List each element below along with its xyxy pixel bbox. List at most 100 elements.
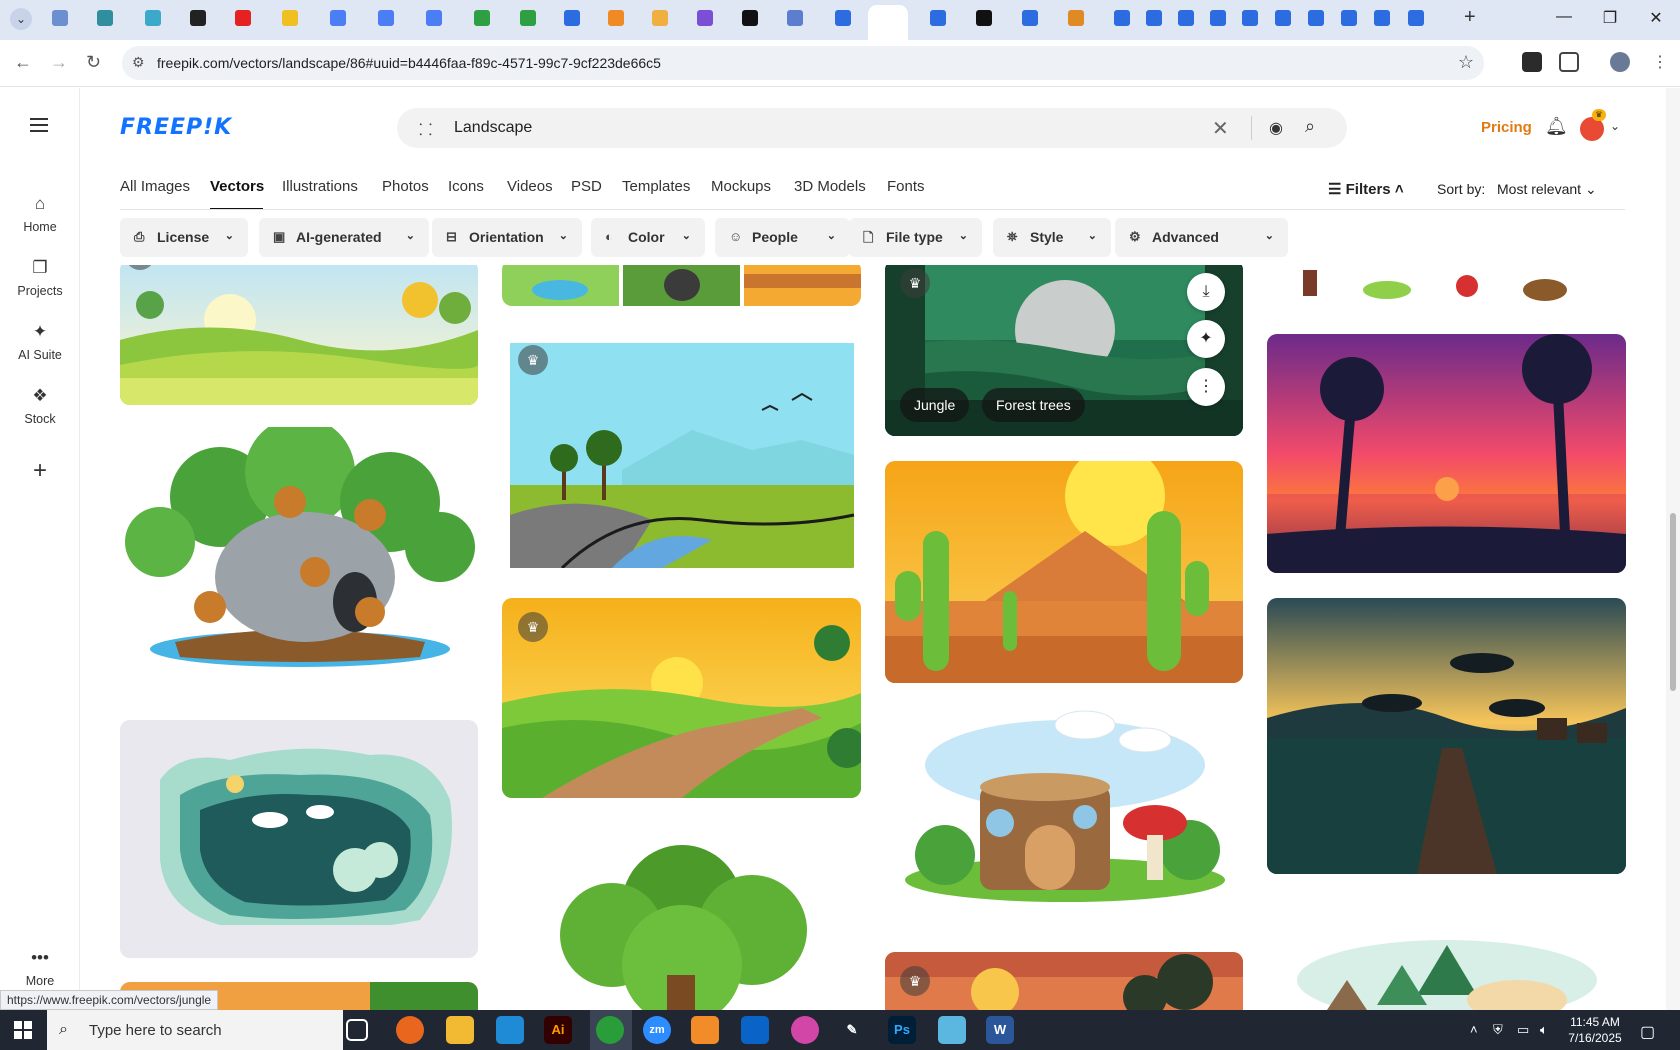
- tab-favicon-icon[interactable]: [930, 10, 946, 26]
- search-input[interactable]: Landscape: [454, 119, 532, 137]
- image-card-road-mountain[interactable]: [502, 340, 861, 568]
- firefox-icon[interactable]: [396, 1016, 424, 1044]
- tab-favicon-icon[interactable]: [145, 10, 161, 26]
- download-icon[interactable]: ⤓: [1187, 273, 1225, 311]
- chrome-icon[interactable]: [596, 1016, 624, 1044]
- image-card-sunset-road[interactable]: [502, 598, 861, 798]
- site-info-icon[interactable]: ⚙: [132, 54, 145, 71]
- creative-cloud-icon[interactable]: [791, 1016, 819, 1044]
- image-card-bears-cave[interactable]: [120, 427, 478, 677]
- tab-favicon-icon[interactable]: [330, 10, 346, 26]
- tab-favicon-icon[interactable]: [474, 10, 490, 26]
- filter-chip-ai-generated[interactable]: ▣ AI-generated ⌄: [259, 218, 429, 257]
- filter-chip-orientation[interactable]: ⊟ Orientation ⌄: [432, 218, 582, 257]
- image-card-watercolor-forest[interactable]: [1267, 905, 1626, 1010]
- tab-favicon-icon[interactable]: [564, 10, 580, 26]
- ai-edit-sparkle-icon[interactable]: ✦: [1187, 320, 1225, 358]
- word-icon[interactable]: W: [986, 1016, 1014, 1044]
- tab-favicon-icon[interactable]: [520, 10, 536, 26]
- security-icon[interactable]: ⛨: [1493, 1022, 1503, 1038]
- image-card-tree[interactable]: [502, 825, 861, 1010]
- tab-favicon-icon[interactable]: [697, 10, 713, 26]
- taskbar-search-box[interactable]: ⌕ Type here to search: [47, 1010, 343, 1050]
- sort-dropdown[interactable]: Most relevant ⌄: [1497, 181, 1597, 198]
- category-tab-all-images[interactable]: All Images: [120, 178, 190, 195]
- search-bar[interactable]: ⸬ Landscape ✕ ◉ ⌕: [397, 108, 1347, 148]
- category-tab-icons[interactable]: Icons: [448, 178, 484, 195]
- app-blue-icon[interactable]: [938, 1016, 966, 1044]
- filter-chip-license[interactable]: ⎙ License ⌄: [120, 218, 248, 257]
- task-view-icon[interactable]: [346, 1019, 368, 1041]
- tag-forest-trees[interactable]: Forest trees: [982, 388, 1085, 422]
- tab-favicon-icon[interactable]: [742, 10, 758, 26]
- volume-icon[interactable]: 🔈︎: [1540, 1022, 1548, 1038]
- pricing-link[interactable]: Pricing: [1481, 119, 1532, 136]
- tab-favicon-icon[interactable]: [426, 10, 442, 26]
- camera-search-icon[interactable]: ◉: [1269, 118, 1283, 138]
- rail-item-stock[interactable]: ❖ Stock: [0, 386, 80, 426]
- omnibox[interactable]: ⚙ freepik.com/vectors/landscape/86#uuid=…: [122, 46, 1484, 80]
- rail-item-projects[interactable]: ❐ Projects: [0, 258, 80, 298]
- tab-favicon-icon[interactable]: [1275, 10, 1291, 26]
- image-card-desert-cactus[interactable]: [885, 461, 1243, 683]
- windows-start-icon[interactable]: [14, 1021, 32, 1039]
- tab-favicon-icon[interactable]: [1374, 10, 1390, 26]
- tab-favicon-icon[interactable]: [97, 10, 113, 26]
- category-tab-vectors[interactable]: Vectors: [210, 178, 264, 195]
- minimize-button[interactable]: —: [1552, 8, 1576, 26]
- tab-favicon-icon[interactable]: [1242, 10, 1258, 26]
- page-scrollbar[interactable]: [1666, 88, 1680, 1010]
- tab-favicon-icon[interactable]: [787, 10, 803, 26]
- outlook-icon[interactable]: [741, 1016, 769, 1044]
- filter-chip-color[interactable]: ◐ Color ⌄: [591, 218, 705, 257]
- image-card-paper-forest[interactable]: [120, 720, 478, 958]
- filter-chip-file-type[interactable]: 🗋︎ File type ⌄: [849, 218, 982, 257]
- zoom-icon[interactable]: zm: [643, 1016, 671, 1044]
- tab-favicon-icon[interactable]: [1068, 10, 1084, 26]
- tab-favicon-icon[interactable]: [1146, 10, 1162, 26]
- filter-chip-people[interactable]: ☺ People ⌄: [715, 218, 850, 257]
- more-options-icon[interactable]: ⋮: [1187, 368, 1225, 406]
- pen-tool-icon[interactable]: ✎: [838, 1016, 866, 1044]
- category-tab-videos[interactable]: Videos: [507, 178, 553, 195]
- rail-item-ai-suite[interactable]: ✦ AI Suite: [0, 322, 80, 362]
- bookmark-star-icon[interactable]: ☆: [1458, 52, 1474, 73]
- filter-chip-style[interactable]: ⛯ Style ⌄: [993, 218, 1111, 257]
- file-explorer-icon[interactable]: [446, 1016, 474, 1044]
- tab-favicon-icon[interactable]: [1022, 10, 1038, 26]
- tab-favicon-icon[interactable]: [52, 10, 68, 26]
- category-tab-mockups[interactable]: Mockups: [711, 178, 771, 195]
- rail-item-more[interactable]: ••• More: [0, 948, 80, 988]
- filters-toggle[interactable]: ☰ Filters ˄: [1328, 180, 1404, 198]
- tab-favicon-icon[interactable]: [1178, 10, 1194, 26]
- tab-favicon-icon[interactable]: [976, 10, 992, 26]
- taskbar-clock[interactable]: 11:45 AM 7/16/2025: [1563, 1014, 1627, 1046]
- app-orange-icon[interactable]: [691, 1016, 719, 1044]
- maximize-button[interactable]: ❐: [1598, 8, 1622, 28]
- image-card-sunset-partial[interactable]: [885, 952, 1243, 1010]
- new-tab-button[interactable]: +: [1464, 6, 1476, 29]
- tab-favicon-icon[interactable]: [282, 10, 298, 26]
- notifications-bell-icon[interactable]: 🔔︎: [1545, 116, 1568, 137]
- search-type-icon[interactable]: ⸬: [419, 118, 432, 140]
- account-chevron-down-icon[interactable]: ⌄: [1610, 119, 1620, 133]
- illustrator-icon[interactable]: Ai: [544, 1016, 572, 1044]
- image-card-stump-house[interactable]: [885, 705, 1243, 915]
- tab-search-button[interactable]: ⌄: [10, 8, 32, 30]
- clear-search-icon[interactable]: ✕: [1212, 116, 1229, 141]
- image-card-meadow[interactable]: [120, 265, 478, 405]
- network-icon[interactable]: ▭: [1517, 1022, 1529, 1038]
- back-icon[interactable]: ←: [14, 52, 32, 73]
- tab-favicon-icon[interactable]: [235, 10, 251, 26]
- image-card-tropical-sunset[interactable]: [1267, 334, 1626, 573]
- reload-icon[interactable]: ↻: [86, 52, 101, 73]
- vscode-icon[interactable]: [496, 1016, 524, 1044]
- tab-favicon-icon[interactable]: [1210, 10, 1226, 26]
- forward-icon[interactable]: →: [50, 52, 68, 73]
- filter-chip-advanced[interactable]: ⚙ Advanced ⌄: [1115, 218, 1288, 257]
- tab-favicon-icon[interactable]: [1114, 10, 1130, 26]
- tab-favicon-icon[interactable]: [1408, 10, 1424, 26]
- tab-favicon-icon[interactable]: [1308, 10, 1324, 26]
- extensions-puzzle-icon[interactable]: [1559, 52, 1579, 72]
- notifications-icon[interactable]: ▢: [1640, 1022, 1655, 1042]
